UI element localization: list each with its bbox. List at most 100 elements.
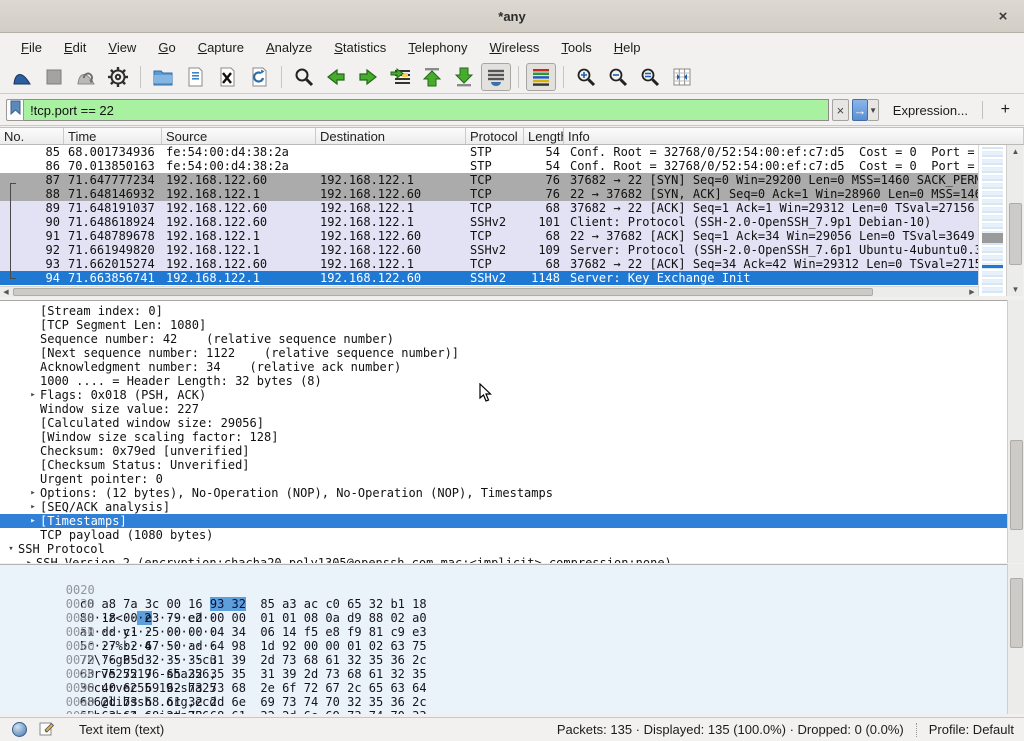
expand-arrow-icon[interactable] bbox=[26, 332, 40, 346]
detail-line[interactable]: Window size value: 227 bbox=[0, 402, 1007, 416]
column-source[interactable]: Source bbox=[162, 128, 316, 144]
expand-arrow-icon[interactable] bbox=[26, 458, 40, 472]
stop-capture-button[interactable] bbox=[39, 63, 69, 91]
packet-row[interactable]: 90 71.648618924 192.168.122.60 192.168.1… bbox=[0, 215, 978, 229]
display-filter-input[interactable] bbox=[24, 99, 829, 121]
open-file-button[interactable] bbox=[148, 63, 178, 91]
hex-vscrollbar[interactable] bbox=[1007, 564, 1024, 714]
go-to-packet-button[interactable] bbox=[385, 63, 415, 91]
menu-file[interactable]: File bbox=[10, 36, 53, 59]
packet-row[interactable]: 89 71.648191037 192.168.122.60 192.168.1… bbox=[0, 201, 978, 215]
profile-status[interactable]: Profile: Default bbox=[929, 722, 1014, 737]
column-no[interactable]: No. bbox=[0, 128, 64, 144]
packet-row[interactable]: 92 71.661949820 192.168.122.1 192.168.12… bbox=[0, 243, 978, 257]
detail-vscrollbar[interactable] bbox=[1007, 300, 1024, 563]
detail-line[interactable]: Sequence number: 42 (relative sequence n… bbox=[0, 332, 1007, 346]
detail-line[interactable]: Checksum: 0x79ed [unverified] bbox=[0, 444, 1007, 458]
detail-line[interactable]: [Calculated window size: 29056] bbox=[0, 416, 1007, 430]
detail-line[interactable]: ▾ SSH Protocol bbox=[0, 542, 1007, 556]
scroll-thumb[interactable] bbox=[1009, 203, 1022, 265]
column-destination[interactable]: Destination bbox=[316, 128, 466, 144]
start-capture-button[interactable] bbox=[7, 63, 37, 91]
go-back-button[interactable] bbox=[321, 63, 351, 91]
capture-comment-icon[interactable] bbox=[39, 720, 55, 739]
packet-row[interactable]: 85 68.001734936 fe:54:00:d4:38:2a STP 54… bbox=[0, 145, 978, 159]
add-filter-button[interactable]: + bbox=[993, 101, 1018, 119]
column-time[interactable]: Time bbox=[64, 128, 162, 144]
scroll-left-icon[interactable]: ◀ bbox=[0, 287, 12, 298]
column-info[interactable]: Info bbox=[564, 128, 1024, 144]
menu-view[interactable]: View bbox=[97, 36, 147, 59]
expand-arrow-icon[interactable] bbox=[26, 304, 40, 318]
expand-arrow-icon[interactable]: ▸ bbox=[26, 388, 40, 402]
detail-line[interactable]: [Checksum Status: Unverified] bbox=[0, 458, 1007, 472]
scroll-up-icon[interactable]: ▲ bbox=[1007, 145, 1024, 158]
expand-arrow-icon[interactable] bbox=[26, 402, 40, 416]
detail-line[interactable]: Urgent pointer: 0 bbox=[0, 472, 1007, 486]
packet-row[interactable]: 94 71.663856741 192.168.122.1 192.168.12… bbox=[0, 271, 978, 285]
packet-row[interactable]: 93 71.662015274 192.168.122.60 192.168.1… bbox=[0, 257, 978, 271]
hex-row[interactable]: 0030 80 18 00 e3 79 ed 00 00 01 01 08 0a… bbox=[0, 583, 1007, 597]
menu-capture[interactable]: Capture bbox=[187, 36, 255, 59]
expand-arrow-icon[interactable]: ▾ bbox=[4, 542, 18, 556]
filter-apply-button[interactable]: → bbox=[852, 99, 869, 121]
detail-line[interactable]: [Window size scaling factor: 128] bbox=[0, 430, 1007, 444]
zoom-reset-button[interactable] bbox=[635, 63, 665, 91]
close-icon[interactable]: × bbox=[994, 8, 1012, 26]
detail-line[interactable]: [Stream index: 0] bbox=[0, 304, 1007, 318]
packet-row[interactable]: 86 70.013850163 fe:54:00:d4:38:2a STP 54… bbox=[0, 159, 978, 173]
packet-minimap[interactable] bbox=[978, 145, 1006, 296]
capture-options-button[interactable] bbox=[103, 63, 133, 91]
menu-wireless[interactable]: Wireless bbox=[479, 36, 551, 59]
scroll-down-icon[interactable]: ▼ bbox=[1007, 283, 1024, 296]
filter-clear-button[interactable]: × bbox=[832, 99, 849, 121]
expand-arrow-icon[interactable]: ▸ bbox=[26, 500, 40, 514]
packet-row[interactable]: 88 71.648146932 192.168.122.1 192.168.12… bbox=[0, 187, 978, 201]
column-length[interactable]: Length bbox=[524, 128, 564, 144]
close-file-button[interactable] bbox=[212, 63, 242, 91]
expert-info-icon[interactable] bbox=[12, 722, 27, 737]
expand-arrow-icon[interactable] bbox=[26, 444, 40, 458]
colorize-button[interactable] bbox=[526, 63, 556, 91]
expand-arrow-icon[interactable] bbox=[26, 374, 40, 388]
expression-button[interactable]: Expression... bbox=[893, 103, 968, 118]
detail-line[interactable]: [TCP Segment Len: 1080] bbox=[0, 318, 1007, 332]
expand-arrow-icon[interactable]: ▸ bbox=[26, 514, 40, 528]
detail-line[interactable]: TCP payload (1080 bytes) bbox=[0, 528, 1007, 542]
scroll-right-icon[interactable]: ▶ bbox=[966, 287, 978, 298]
expand-arrow-icon[interactable] bbox=[26, 430, 40, 444]
detail-line[interactable]: ▸ [SEQ/ACK analysis] bbox=[0, 500, 1007, 514]
detail-line[interactable]: ▸ Options: (12 bytes), No-Operation (NOP… bbox=[0, 486, 1007, 500]
go-forward-button[interactable] bbox=[353, 63, 383, 91]
zoom-out-button[interactable] bbox=[603, 63, 633, 91]
save-file-button[interactable] bbox=[180, 63, 210, 91]
column-protocol[interactable]: Protocol bbox=[466, 128, 524, 144]
menu-go[interactable]: Go bbox=[147, 36, 186, 59]
title-bar[interactable]: *any × bbox=[0, 0, 1024, 33]
hex-row[interactable]: 0020 c0 a8 7a 3c 00 16 93 32 85 a3 ac c0… bbox=[0, 569, 1007, 583]
scroll-thumb[interactable] bbox=[1010, 440, 1023, 530]
expand-arrow-icon[interactable] bbox=[26, 318, 40, 332]
menu-help[interactable]: Help bbox=[603, 36, 652, 59]
filter-history-dropdown[interactable]: ▼ bbox=[868, 99, 879, 121]
menu-telephony[interactable]: Telephony bbox=[397, 36, 478, 59]
expand-arrow-icon[interactable]: ▸ bbox=[26, 486, 40, 500]
go-last-packet-button[interactable] bbox=[449, 63, 479, 91]
expand-arrow-icon[interactable] bbox=[26, 416, 40, 430]
packet-list-vscrollbar[interactable]: ▲ ▼ bbox=[1006, 145, 1023, 296]
expand-arrow-icon[interactable] bbox=[26, 360, 40, 374]
menu-statistics[interactable]: Statistics bbox=[323, 36, 397, 59]
packet-list-hscrollbar[interactable]: ◀ ▶ bbox=[0, 286, 978, 297]
go-first-packet-button[interactable] bbox=[417, 63, 447, 91]
scroll-thumb[interactable] bbox=[13, 288, 873, 296]
menu-tools[interactable]: Tools bbox=[550, 36, 602, 59]
detail-line[interactable]: Acknowledgment number: 34 (relative ack … bbox=[0, 360, 1007, 374]
detail-line[interactable]: ▸ Flags: 0x018 (PSH, ACK) bbox=[0, 388, 1007, 402]
find-packet-button[interactable] bbox=[289, 63, 319, 91]
restart-capture-button[interactable] bbox=[71, 63, 101, 91]
auto-scroll-button[interactable] bbox=[481, 63, 511, 91]
detail-line[interactable]: ▸ SSH Version 2 (encryption:chacha20-pol… bbox=[0, 556, 1007, 563]
detail-line[interactable]: 1000 .... = Header Length: 32 bytes (8) bbox=[0, 374, 1007, 388]
detail-line[interactable]: [Next sequence number: 1122 (relative se… bbox=[0, 346, 1007, 360]
menu-analyze[interactable]: Analyze bbox=[255, 36, 323, 59]
